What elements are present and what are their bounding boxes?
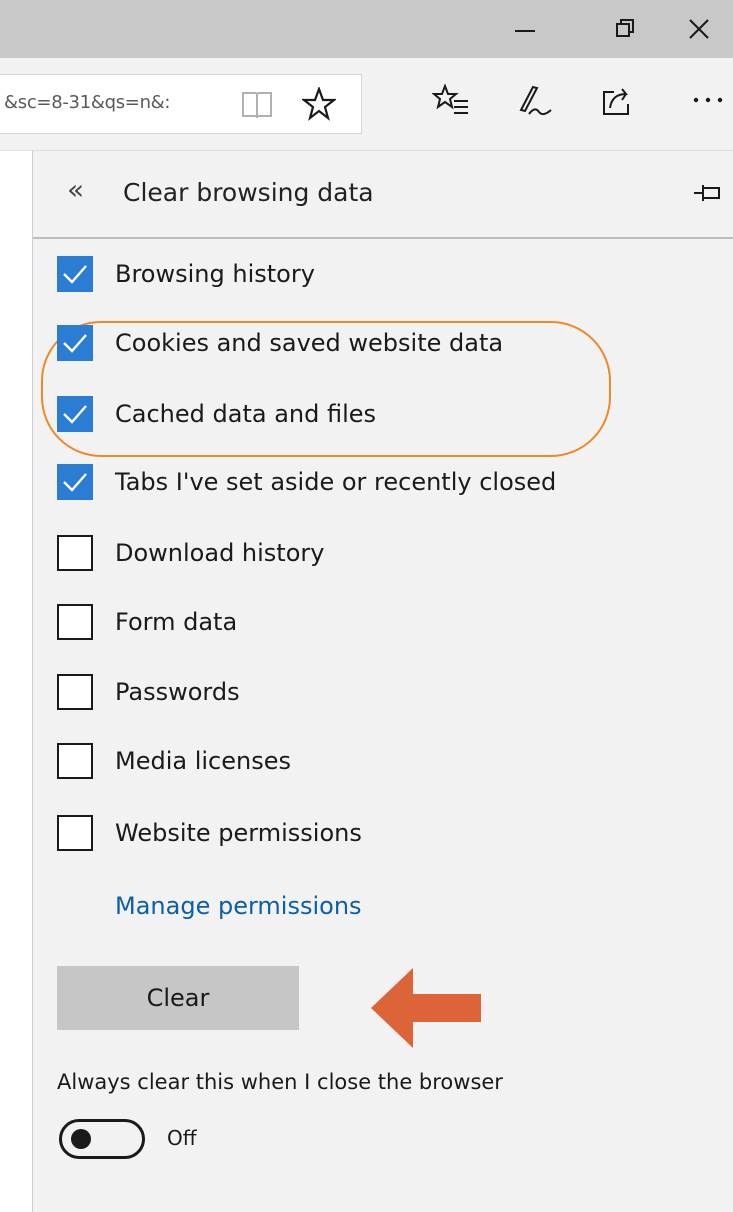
share-icon[interactable] — [600, 84, 636, 122]
url-text: &sc=8-31&qs=n&: — [4, 92, 171, 113]
checkmark-icon — [63, 473, 87, 492]
checkbox-checked[interactable] — [57, 325, 93, 361]
option-label: Media licenses — [115, 747, 291, 775]
clear-browsing-data-panel: « Clear browsing data Browsing history Co… — [32, 151, 733, 1212]
checkbox-unchecked[interactable] — [57, 604, 93, 640]
clear-button[interactable]: Clear — [57, 966, 299, 1030]
option-label: Cookies and saved website data — [115, 329, 504, 357]
checkmark-icon — [63, 405, 87, 424]
page-content — [0, 151, 30, 1212]
option-label: Cached data and files — [115, 400, 377, 428]
option-label: Website permissions — [115, 819, 362, 847]
option-label: Passwords — [115, 678, 240, 706]
option-row[interactable]: Website permissions — [57, 811, 697, 855]
title-bar — [0, 0, 733, 58]
arrow-annotation — [369, 966, 481, 1054]
option-label: Download history — [115, 539, 325, 567]
toggle-knob — [71, 1129, 91, 1149]
favorites-hub-icon[interactable] — [431, 83, 470, 122]
more-icon[interactable] — [690, 90, 730, 114]
favorite-star-icon[interactable] — [300, 85, 338, 125]
option-row[interactable]: Media licenses — [57, 739, 697, 783]
checkbox-unchecked[interactable] — [57, 815, 93, 851]
double-chevron-left-icon[interactable]: « — [67, 173, 84, 206]
panel-header: « Clear browsing data — [33, 151, 733, 239]
checkmark-icon — [63, 334, 87, 353]
checkbox-unchecked[interactable] — [57, 535, 93, 571]
option-row[interactable]: Cached data and files — [57, 392, 697, 436]
checkbox-checked[interactable] — [57, 396, 93, 432]
option-row[interactable]: Browsing history — [57, 252, 697, 296]
manage-permissions-link[interactable]: Manage permissions — [115, 892, 362, 920]
web-note-icon[interactable] — [517, 84, 553, 122]
reading-view-icon[interactable] — [240, 88, 274, 126]
toggle-state-label: Off — [167, 1126, 197, 1150]
restore-button[interactable] — [580, 0, 670, 58]
checkbox-unchecked[interactable] — [57, 674, 93, 710]
pin-icon[interactable] — [693, 181, 723, 209]
restore-icon — [616, 19, 634, 37]
browser-toolbar: &sc=8-31&qs=n&: — [0, 58, 733, 151]
option-label: Form data — [115, 608, 238, 636]
minimize-button[interactable] — [480, 0, 570, 58]
close-icon — [688, 19, 709, 39]
option-label: Tabs I've set aside or recently closed — [115, 468, 557, 496]
option-row[interactable]: Download history — [57, 531, 697, 575]
always-clear-label: Always clear this when I close the brows… — [57, 1070, 503, 1094]
option-row[interactable]: Tabs I've set aside or recently closed — [57, 460, 697, 504]
option-row[interactable]: Cookies and saved website data — [57, 321, 697, 365]
option-row[interactable]: Passwords — [57, 670, 697, 714]
always-clear-toggle[interactable] — [59, 1119, 145, 1159]
minimize-icon — [515, 30, 535, 32]
option-row[interactable]: Form data — [57, 600, 697, 644]
checkbox-unchecked[interactable] — [57, 743, 93, 779]
checkmark-icon — [63, 265, 87, 284]
checkbox-checked[interactable] — [57, 464, 93, 500]
close-button[interactable] — [664, 0, 733, 58]
checkbox-checked[interactable] — [57, 256, 93, 292]
address-bar[interactable]: &sc=8-31&qs=n&: — [0, 74, 362, 134]
panel-title: Clear browsing data — [123, 178, 374, 207]
option-label: Browsing history — [115, 260, 315, 288]
